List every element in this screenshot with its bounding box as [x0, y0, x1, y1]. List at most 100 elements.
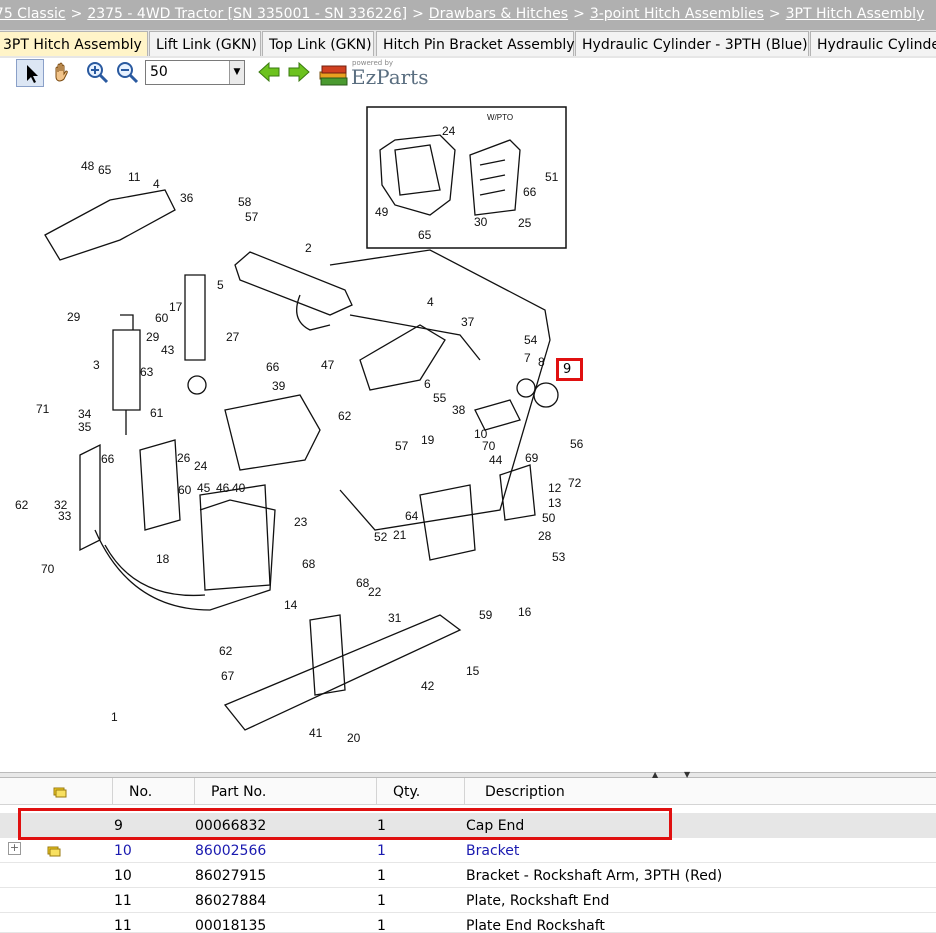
- svg-text:66: 66: [523, 185, 537, 199]
- chevron-down-icon[interactable]: ▼: [229, 61, 244, 84]
- cell-qty: 1: [377, 893, 386, 909]
- svg-text:34: 34: [78, 407, 92, 421]
- svg-text:4: 4: [427, 295, 434, 309]
- svg-text:29: 29: [67, 310, 81, 324]
- svg-text:38: 38: [452, 403, 466, 417]
- header-qty[interactable]: Qty.: [376, 778, 464, 804]
- svg-text:48: 48: [81, 159, 95, 173]
- svg-text:15: 15: [466, 664, 480, 678]
- select-pointer-button[interactable]: [16, 59, 44, 87]
- svg-text:30: 30: [474, 215, 488, 229]
- breadcrumb-separator: >: [768, 6, 781, 22]
- svg-text:19: 19: [421, 433, 435, 447]
- zoom-in-button[interactable]: [84, 59, 112, 87]
- svg-text:36: 36: [180, 191, 194, 205]
- svg-text:71: 71: [36, 402, 50, 416]
- svg-text:14: 14: [284, 598, 298, 612]
- breadcrumb-link-drawbars[interactable]: Drawbars & Hitches: [429, 6, 568, 22]
- svg-text:3: 3: [93, 358, 100, 372]
- cell-part-no: 86027915: [195, 868, 267, 884]
- selected-row-highlight: [18, 808, 672, 840]
- cell-qty: 1: [377, 918, 386, 933]
- cell-description: Plate, Rockshaft End: [466, 893, 610, 909]
- svg-text:37: 37: [461, 315, 475, 329]
- parts-diagram[interactable]: W/PTO 123 4 4 5 6 7 8 10 11 12 13 14 15 …: [0, 90, 936, 772]
- svg-text:65: 65: [418, 228, 432, 242]
- svg-text:44: 44: [489, 453, 503, 467]
- svg-text:8: 8: [538, 355, 545, 369]
- table-row[interactable]: 11 00018135 1 Plate End Rockshaft: [0, 913, 936, 933]
- next-button[interactable]: [286, 59, 314, 87]
- zoom-select[interactable]: 50 ▼: [145, 60, 245, 85]
- svg-text:62: 62: [338, 409, 352, 423]
- svg-text:68: 68: [356, 576, 370, 590]
- svg-text:62: 62: [15, 498, 29, 512]
- table-row[interactable]: 10 86027915 1 Bracket - Rockshaft Arm, 3…: [0, 863, 936, 888]
- svg-text:60: 60: [155, 311, 169, 325]
- header-no[interactable]: No.: [112, 778, 194, 804]
- cell-qty: 1: [377, 868, 386, 884]
- svg-text:23: 23: [294, 515, 308, 529]
- svg-text:11: 11: [128, 170, 141, 184]
- tab-3pt-hitch-assembly[interactable]: 3PT Hitch Assembly: [0, 31, 148, 56]
- svg-text:2: 2: [305, 241, 312, 255]
- tab-hitch-pin-bracket[interactable]: Hitch Pin Bracket Assembly: [376, 31, 575, 56]
- zoom-out-button[interactable]: [114, 59, 142, 87]
- header-part-no[interactable]: Part No.: [194, 778, 376, 804]
- tab-label: Lift Link (GKN): [156, 37, 257, 53]
- svg-text:25: 25: [518, 216, 532, 230]
- svg-text:41: 41: [309, 726, 323, 740]
- hand-icon: [55, 62, 68, 82]
- svg-text:57: 57: [245, 210, 259, 224]
- header-description[interactable]: Description: [464, 778, 936, 804]
- cell-qty: 1: [377, 843, 386, 859]
- svg-text:26: 26: [177, 451, 191, 465]
- callout-labels: 123 445 67 8 101112 131415 161718 192021 …: [15, 124, 584, 745]
- cell-part-no: 00018135: [195, 918, 267, 933]
- pointer-arrow-icon: [27, 65, 38, 83]
- breadcrumb-link-hitch-assemblies[interactable]: 3-point Hitch Assemblies: [590, 6, 764, 22]
- svg-text:70: 70: [41, 562, 55, 576]
- svg-text:33: 33: [58, 509, 72, 523]
- breadcrumb-link-3pt-hitch[interactable]: 3PT Hitch Assembly: [786, 6, 925, 22]
- pan-hand-button[interactable]: [48, 59, 76, 87]
- tab-hydraulic-cylinder-blue[interactable]: Hydraulic Cylinder - 3PTH (Blue): [575, 31, 809, 56]
- svg-text:1: 1: [111, 710, 118, 724]
- table-row[interactable]: + 10 86002566 1 Bracket: [0, 838, 936, 863]
- svg-text:62: 62: [219, 644, 233, 658]
- breadcrumb-separator: >: [573, 6, 585, 22]
- breadcrumb-link-model[interactable]: 375 Classic: [0, 6, 66, 22]
- svg-text:20: 20: [347, 731, 361, 745]
- svg-text:24: 24: [194, 459, 208, 473]
- table-row[interactable]: 11 86027884 1 Plate, Rockshaft End: [0, 888, 936, 913]
- zoom-out-icon: [117, 62, 139, 84]
- svg-text:22: 22: [368, 585, 382, 599]
- svg-text:21: 21: [393, 528, 407, 542]
- callout-9-highlight[interactable]: 9: [556, 358, 583, 381]
- svg-text:60: 60: [178, 483, 192, 497]
- svg-text:5: 5: [217, 278, 224, 292]
- svg-text:52: 52: [374, 530, 388, 544]
- tab-lift-link[interactable]: Lift Link (GKN): [149, 31, 261, 56]
- logo-name: EzParts: [351, 65, 429, 89]
- svg-text:50: 50: [542, 511, 556, 525]
- svg-text:54: 54: [524, 333, 538, 347]
- ezparts-logo: powered by EzParts: [318, 58, 429, 89]
- svg-text:53: 53: [552, 550, 566, 564]
- svg-text:35: 35: [78, 420, 92, 434]
- cell-description: Bracket - Rockshaft Arm, 3PTH (Red): [466, 868, 723, 884]
- svg-text:66: 66: [101, 452, 115, 466]
- tab-top-link[interactable]: Top Link (GKN): [262, 31, 374, 56]
- svg-text:29: 29: [146, 330, 160, 344]
- previous-button[interactable]: [256, 59, 284, 87]
- tab-label: Hydraulic Cylinder - 3PTH (Blue): [582, 37, 808, 53]
- svg-text:28: 28: [538, 529, 552, 543]
- cell-no: 11: [114, 893, 132, 909]
- viewer-toolbar: 50 ▼ powered by EzParts: [0, 58, 936, 90]
- folder-icon: [47, 846, 61, 857]
- tab-hydraulic-cylinder[interactable]: Hydraulic Cylinder: [810, 31, 936, 56]
- expand-plus-icon[interactable]: +: [8, 842, 21, 855]
- breadcrumb-link-tractor[interactable]: 2375 - 4WD Tractor [SN 335001 - SN 33622…: [87, 6, 407, 22]
- svg-text:49: 49: [375, 205, 389, 219]
- svg-text:4: 4: [153, 177, 160, 191]
